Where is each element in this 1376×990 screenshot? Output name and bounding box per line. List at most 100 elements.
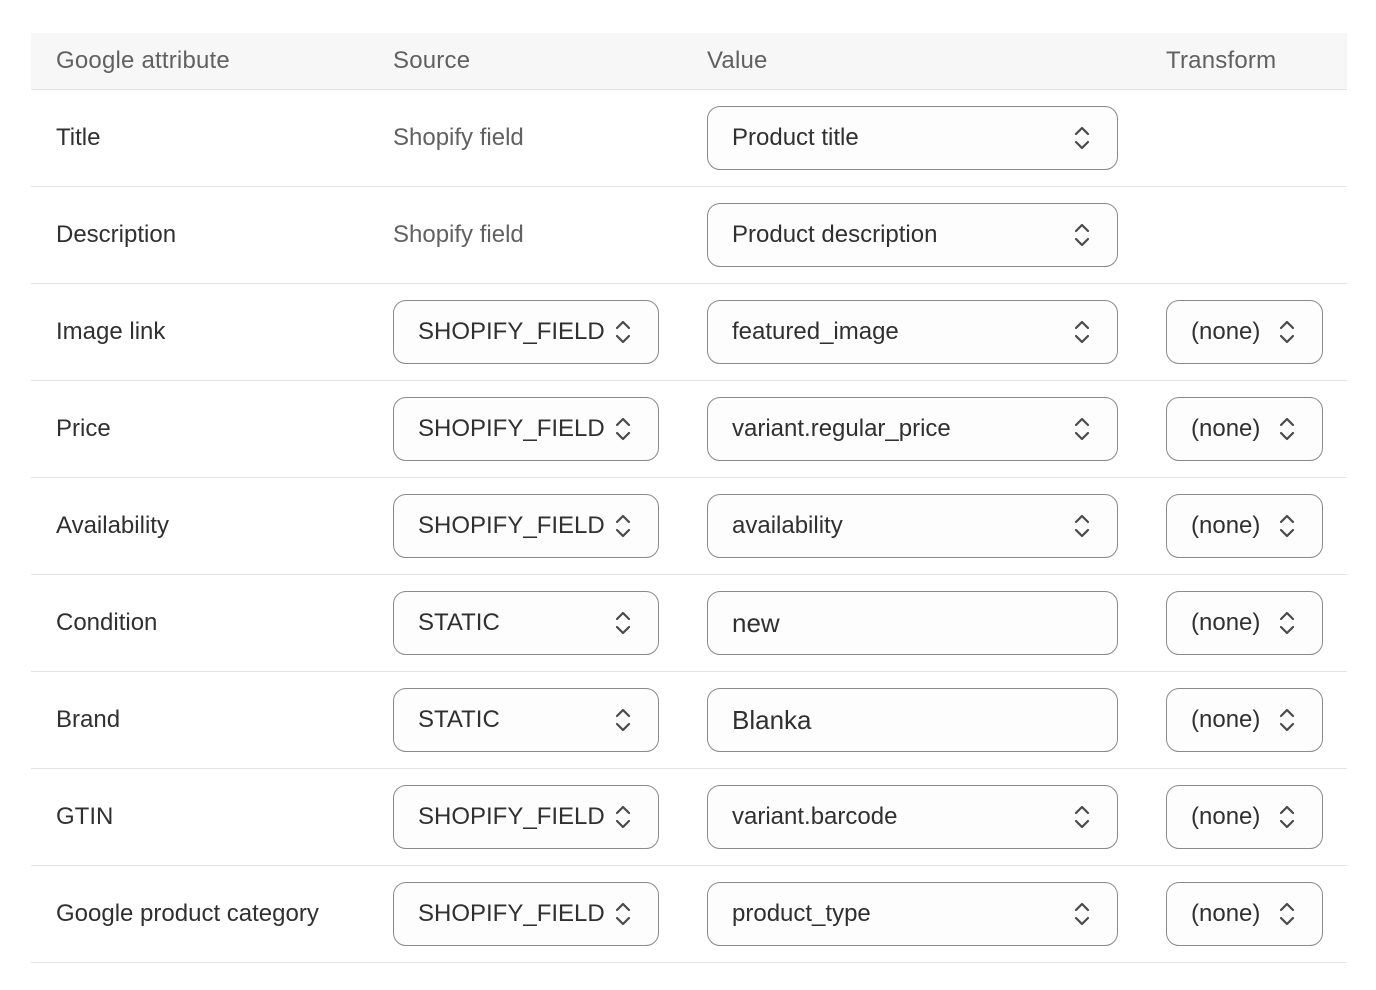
transform-cell: (none) — [1166, 591, 1347, 655]
transform-select[interactable]: (none) — [1166, 397, 1323, 461]
table-body: Title Shopify field Product title Descripti… — [31, 90, 1347, 963]
value-input[interactable]: new — [707, 591, 1118, 655]
chevron-up-down-icon — [1073, 899, 1091, 929]
table-row-description: Description Shopify field Product descript… — [31, 187, 1347, 284]
source-select[interactable]: SHOPIFY_FIELD — [393, 882, 659, 946]
source-cell: Shopify field — [393, 124, 707, 152]
value-select[interactable]: featured_image — [707, 300, 1118, 364]
source-select[interactable]: SHOPIFY_FIELD — [393, 785, 659, 849]
table-row-brand: Brand STATIC Blanka (none) — [31, 672, 1347, 769]
transform-select-value: (none) — [1191, 706, 1261, 733]
transform-select[interactable]: (none) — [1166, 882, 1323, 946]
source-label: Shopify field — [393, 221, 524, 248]
transform-cell: (none) — [1166, 300, 1347, 364]
value-select-value: Product description — [732, 221, 938, 248]
attribute-label: Description — [56, 221, 177, 248]
attribute-label: GTIN — [56, 803, 114, 830]
source-select[interactable]: SHOPIFY_FIELD — [393, 300, 659, 364]
value-select[interactable]: Product description — [707, 203, 1118, 267]
value-select[interactable]: variant.regular_price — [707, 397, 1118, 461]
transform-select[interactable]: (none) — [1166, 785, 1323, 849]
chevron-up-down-icon — [614, 511, 632, 541]
transform-select[interactable]: (none) — [1166, 300, 1323, 364]
source-cell: SHOPIFY_FIELD — [393, 494, 707, 558]
chevron-up-down-icon — [1278, 608, 1296, 638]
attribute-label: Brand — [56, 706, 121, 733]
table-row-title: Title Shopify field Product title — [31, 90, 1347, 187]
source-select-value: SHOPIFY_FIELD — [418, 512, 605, 539]
transform-cell: (none) — [1166, 688, 1347, 752]
attribute-cell: GTIN — [31, 803, 393, 831]
chevron-up-down-icon — [1073, 802, 1091, 832]
attribute-cell: Image link — [31, 318, 393, 346]
transform-select[interactable]: (none) — [1166, 688, 1323, 752]
source-cell: SHOPIFY_FIELD — [393, 785, 707, 849]
source-cell: SHOPIFY_FIELD — [393, 882, 707, 946]
source-cell: STATIC — [393, 688, 707, 752]
attribute-label: Title — [56, 124, 101, 151]
transform-select[interactable]: (none) — [1166, 591, 1323, 655]
table-row-image-link: Image link SHOPIFY_FIELD featured_image (no… — [31, 284, 1347, 381]
transform-cell: (none) — [1166, 397, 1347, 461]
attribute-label: Condition — [56, 609, 158, 636]
source-select-value: SHOPIFY_FIELD — [418, 803, 605, 830]
table-row-availability: Availability SHOPIFY_FIELD availability (no… — [31, 478, 1347, 575]
value-input[interactable]: Blanka — [707, 688, 1118, 752]
chevron-up-down-icon — [1278, 414, 1296, 444]
value-select[interactable]: availability — [707, 494, 1118, 558]
transform-cell: (none) — [1166, 494, 1347, 558]
transform-cell: (none) — [1166, 785, 1347, 849]
chevron-up-down-icon — [614, 317, 632, 347]
value-select-value: availability — [732, 512, 843, 539]
attribute-cell: Brand — [31, 706, 393, 734]
source-label: Shopify field — [393, 124, 524, 151]
value-cell: Product title — [707, 106, 1166, 170]
value-cell: Product description — [707, 203, 1166, 267]
chevron-up-down-icon — [1278, 511, 1296, 541]
value-select[interactable]: variant.barcode — [707, 785, 1118, 849]
source-select[interactable]: SHOPIFY_FIELD — [393, 397, 659, 461]
value-cell: featured_image — [707, 300, 1166, 364]
chevron-up-down-icon — [1278, 802, 1296, 832]
value-select[interactable]: Product title — [707, 106, 1118, 170]
chevron-up-down-icon — [1278, 705, 1296, 735]
value-cell: variant.regular_price — [707, 397, 1166, 461]
source-select[interactable]: STATIC — [393, 688, 659, 752]
chevron-up-down-icon — [1073, 123, 1091, 153]
chevron-up-down-icon — [1073, 511, 1091, 541]
chevron-up-down-icon — [614, 899, 632, 929]
chevron-up-down-icon — [614, 608, 632, 638]
source-select-value: SHOPIFY_FIELD — [418, 900, 605, 927]
value-cell: availability — [707, 494, 1166, 558]
source-cell: Shopify field — [393, 221, 707, 249]
value-input-text: new — [732, 607, 780, 638]
attribute-label: Price — [56, 415, 111, 442]
source-select-value: SHOPIFY_FIELD — [418, 415, 605, 442]
attribute-cell: Title — [31, 124, 393, 152]
value-select-value: featured_image — [732, 318, 899, 345]
source-select-value: SHOPIFY_FIELD — [418, 318, 605, 345]
attribute-cell: Availability — [31, 512, 393, 540]
attribute-label: Image link — [56, 318, 166, 345]
source-select[interactable]: STATIC — [393, 591, 659, 655]
value-cell: Blanka — [707, 688, 1166, 752]
transform-select-value: (none) — [1191, 609, 1261, 636]
source-select[interactable]: SHOPIFY_FIELD — [393, 494, 659, 558]
chevron-up-down-icon — [614, 705, 632, 735]
transform-select-value: (none) — [1191, 803, 1261, 830]
transform-select[interactable]: (none) — [1166, 494, 1323, 558]
table-row-condition: Condition STATIC new (none) — [31, 575, 1347, 672]
value-select[interactable]: product_type — [707, 882, 1118, 946]
table-row-gtin: GTIN SHOPIFY_FIELD variant.barcode (none) — [31, 769, 1347, 866]
attribute-cell: Price — [31, 415, 393, 443]
transform-select-value: (none) — [1191, 900, 1261, 927]
chevron-up-down-icon — [1278, 317, 1296, 347]
table-row-google-product-category: Google product category SHOPIFY_FIELD prod… — [31, 866, 1347, 963]
table-header: Google attribute Source Value Transform — [31, 33, 1347, 90]
value-select-value: variant.regular_price — [732, 415, 951, 442]
value-select-value: variant.barcode — [732, 803, 898, 830]
header-google-attribute: Google attribute — [56, 47, 230, 74]
source-cell: SHOPIFY_FIELD — [393, 300, 707, 364]
table-row-price: Price SHOPIFY_FIELD variant.regular_price (… — [31, 381, 1347, 478]
source-select-value: STATIC — [418, 609, 500, 636]
